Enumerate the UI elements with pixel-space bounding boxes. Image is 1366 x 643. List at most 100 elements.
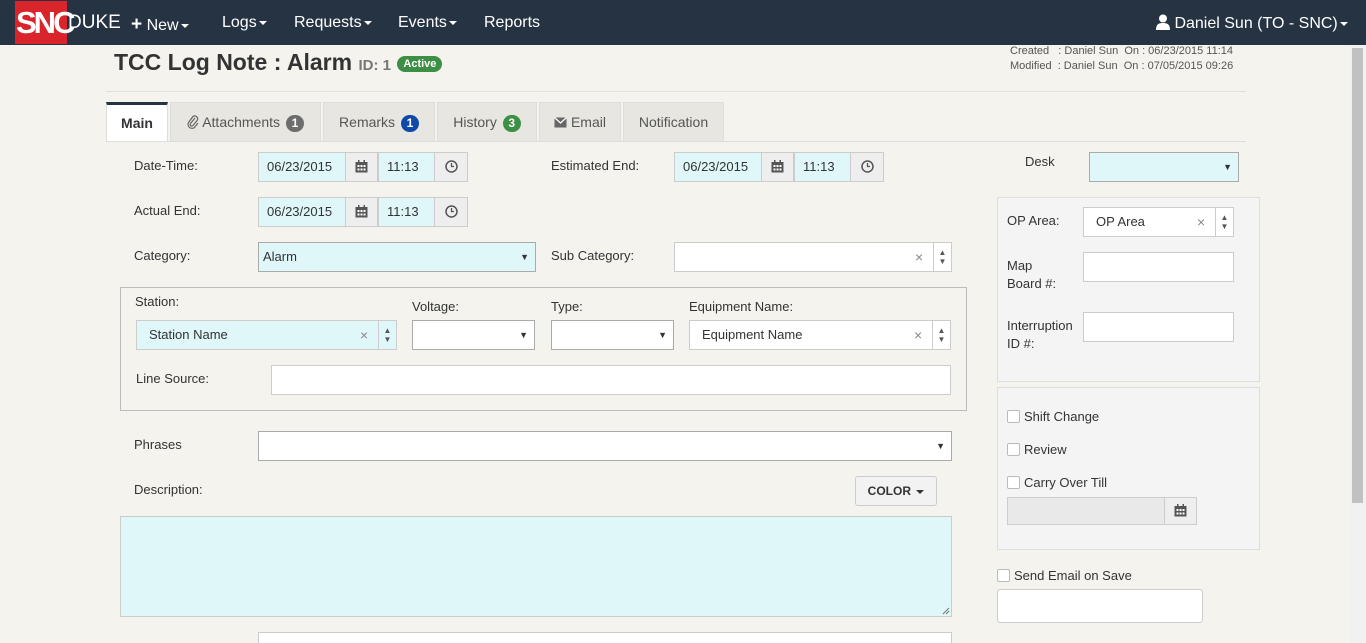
caret-down-icon: ▼	[520, 252, 529, 262]
review-checkbox[interactable]	[1007, 443, 1020, 456]
tab-email[interactable]: Email	[539, 102, 621, 141]
line-source-label: Line Source:	[136, 371, 209, 386]
tab-main[interactable]: Main	[106, 102, 168, 141]
send-email-checkbox[interactable]	[997, 569, 1010, 582]
category-select[interactable]: Alarm ▼	[258, 242, 536, 272]
type-label: Type:	[551, 299, 583, 314]
interruption-label: Interruption	[1007, 318, 1073, 333]
send-email-label: Send Email on Save	[1014, 568, 1132, 583]
user-menu[interactable]: Daniel Sun (TO - SNC)	[1156, 14, 1348, 33]
nav-events-menu[interactable]: Events	[398, 14, 457, 32]
station-select[interactable]: Station Name × ▲ ▼	[136, 320, 397, 350]
clear-icon[interactable]: ×	[914, 327, 922, 343]
calendar-icon	[355, 160, 368, 173]
nav-logs-menu[interactable]: Logs	[222, 14, 267, 32]
station-label: Station:	[135, 294, 180, 309]
clear-icon[interactable]: ×	[360, 327, 368, 343]
status-badge: Active	[397, 55, 443, 72]
equipment-select[interactable]: Equipment Name × ▲ ▼	[689, 320, 951, 350]
line-source-input[interactable]	[271, 365, 951, 395]
caret-down-icon	[916, 489, 925, 494]
color-button[interactable]: COLOR	[855, 476, 937, 506]
datetime-clock-button[interactable]	[434, 152, 468, 182]
tab-remarks[interactable]: Remarks 1	[323, 102, 435, 141]
paperclip-icon	[187, 115, 199, 129]
phrases-label: Phrases	[134, 437, 182, 452]
map-board-label: Map	[1007, 258, 1033, 273]
color-button-label: COLOR	[867, 484, 911, 498]
desk-select[interactable]: ▼	[1089, 152, 1239, 182]
phrases-select[interactable]: ▼	[258, 431, 952, 461]
estimated-end-calendar-button[interactable]	[761, 152, 794, 182]
created-info: Created : Daniel Sun On : 06/23/2015 11:…	[1010, 45, 1234, 57]
datetime-calendar-button[interactable]	[345, 152, 378, 182]
tab-notification[interactable]: Notification	[623, 102, 724, 141]
modified-info: Modified : Daniel Sun On : 07/05/2015 09…	[1010, 60, 1234, 72]
estimated-end-label: Estimated End:	[551, 158, 640, 173]
carry-over-calendar-button[interactable]	[1164, 497, 1197, 525]
scrollbar-thumb[interactable]	[1352, 48, 1363, 503]
type-select[interactable]: ▼	[551, 320, 674, 350]
actual-end-date-input[interactable]: 06/23/2015	[258, 197, 346, 227]
equipment-label: Equipment Name:	[689, 299, 794, 314]
estimated-end-date-input[interactable]: 06/23/2015	[674, 152, 762, 182]
voltage-select[interactable]: ▼	[412, 320, 535, 350]
shift-change-checkbox[interactable]	[1007, 410, 1020, 423]
calendar-icon	[1174, 504, 1187, 517]
tab-email-label: Email	[570, 114, 606, 130]
header-divider	[106, 91, 1246, 92]
nav-requests-menu[interactable]: Requests	[294, 14, 372, 32]
description-textarea[interactable]	[120, 516, 952, 617]
record-id: ID: 1	[358, 57, 391, 74]
sub-category-label: Sub Category:	[551, 248, 635, 263]
resize-handle-icon[interactable]	[942, 607, 950, 615]
estimated-end-clock-button[interactable]	[850, 152, 884, 182]
estimated-end-time-input[interactable]: 11:13	[794, 152, 851, 182]
nav-reports-link[interactable]: Reports	[484, 14, 540, 32]
plus-icon: +	[131, 14, 143, 35]
equipment-value: Equipment Name	[702, 327, 803, 342]
sort-updown-icon: ▲ ▼	[933, 243, 951, 271]
category-value: Alarm	[263, 249, 297, 264]
sub-category-select[interactable]: × ▲ ▼	[674, 242, 952, 272]
nav-new-label: New	[146, 17, 179, 34]
datetime-label: Date-Time:	[134, 158, 198, 173]
next-field-input[interactable]	[258, 632, 952, 643]
actual-end-clock-button[interactable]	[434, 197, 468, 227]
interruption-id-input[interactable]	[1083, 312, 1234, 342]
map-board-value	[1084, 259, 1092, 274]
send-email-input[interactable]	[997, 589, 1203, 623]
user-icon	[1156, 14, 1170, 30]
carry-over-date-input[interactable]	[1007, 497, 1165, 525]
sort-updown-icon: ▲ ▼	[1215, 208, 1233, 236]
map-board-input[interactable]	[1083, 252, 1234, 282]
tab-main-label: Main	[121, 115, 153, 131]
clock-icon	[444, 205, 458, 218]
clear-icon[interactable]: ×	[915, 249, 923, 265]
datetime-time-input[interactable]: 11:13	[378, 152, 435, 182]
tab-bar-border	[106, 141, 1246, 142]
category-label: Category:	[134, 248, 191, 263]
nav-logs-label: Logs	[222, 14, 257, 31]
carry-over-label: Carry Over Till	[1024, 475, 1108, 490]
page-title: TCC Log Note : Alarm ID: 1 Active	[114, 49, 443, 76]
tab-history-label: History	[453, 114, 497, 130]
clear-icon[interactable]: ×	[1197, 214, 1205, 230]
tab-attachments-label: Attachments	[202, 114, 281, 130]
brand-name[interactable]: DUKE	[68, 12, 121, 34]
actual-end-calendar-button[interactable]	[345, 197, 378, 227]
remarks-count-badge: 1	[400, 114, 419, 132]
shift-change-label: Shift Change	[1024, 409, 1100, 424]
history-count-badge: 3	[502, 114, 521, 132]
tab-attachments[interactable]: Attachments 1	[170, 102, 321, 141]
tab-notification-label: Notification	[638, 114, 709, 130]
carry-over-checkbox[interactable]	[1007, 476, 1020, 489]
page-title-text: TCC Log Note : Alarm	[114, 49, 353, 75]
actual-end-label: Actual End:	[134, 203, 201, 218]
nav-requests-label: Requests	[294, 14, 362, 31]
nav-new-menu[interactable]: + New	[131, 14, 189, 36]
tab-history[interactable]: History 3	[437, 102, 537, 141]
actual-end-time-input[interactable]: 11:13	[378, 197, 435, 227]
datetime-date-input[interactable]: 06/23/2015	[258, 152, 346, 182]
op-area-select[interactable]: OP Area × ▲ ▼	[1083, 207, 1234, 237]
